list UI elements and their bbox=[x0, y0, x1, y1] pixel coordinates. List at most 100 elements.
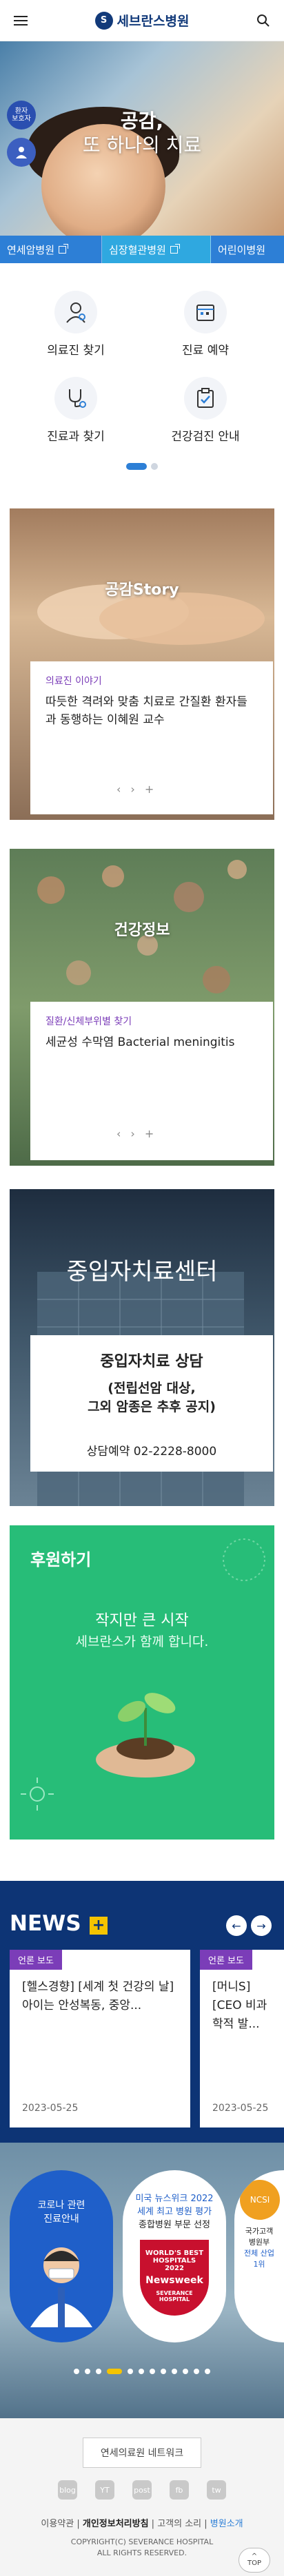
hero-title-line1: 공감, bbox=[120, 110, 164, 132]
banner-covid[interactable]: 코로나 관련 진료안내 bbox=[10, 2170, 113, 2342]
pagination-dot[interactable] bbox=[74, 2369, 79, 2374]
banner-text: 국가고객 bbox=[245, 2227, 274, 2236]
calendar-icon bbox=[184, 291, 227, 333]
quick-menu: 의료진 찾기 진료 예약 진료과 찾기 건강검진 안내 bbox=[0, 263, 284, 497]
badge-text: SEVERANCE HOSPITAL bbox=[156, 2290, 193, 2302]
site-logo[interactable]: S 세브란스병원 bbox=[94, 11, 190, 30]
more-button[interactable]: + bbox=[145, 1127, 154, 1140]
banner-ncsi[interactable]: NCSI 국가고객 병원부 전체 산업 1위 bbox=[234, 2170, 284, 2342]
donate-card[interactable]: 후원하기 작지만 큰 시작 세브란스가 함께 합니다. bbox=[10, 1525, 274, 1840]
news-text: [헬스경향] [세계 첫 건강의 날] 아이는 안성복동, 중앙... bbox=[22, 1980, 174, 2013]
tab-heart-vascular[interactable]: 심장혈관병원 bbox=[102, 236, 211, 263]
footer-links: 이용약관 | 개인정보처리방침 | 고객의 소리 | 병원소개 bbox=[41, 2519, 243, 2529]
quick-menu-pagination bbox=[0, 463, 284, 470]
footer-link-voice[interactable]: 고객의 소리 bbox=[157, 2519, 201, 2529]
facebook-icon[interactable]: fb bbox=[170, 2480, 189, 2500]
tab-yonsei-cancer[interactable]: 연세암병원 bbox=[0, 236, 102, 263]
pagination-dot[interactable] bbox=[85, 2369, 90, 2374]
health-info-text: 세균성 수막염 Bacterial meningitis bbox=[45, 1035, 235, 1049]
footer-link-privacy[interactable]: 개인정보처리방침 bbox=[83, 2519, 149, 2529]
story-pager: ‹ › + bbox=[116, 783, 154, 796]
scroll-top-button[interactable]: ^ TOP bbox=[239, 2548, 270, 2573]
decor-sun-icon bbox=[21, 1778, 54, 1811]
quick-label: 진료 예약 bbox=[182, 344, 229, 358]
pagination-dot[interactable] bbox=[151, 463, 158, 470]
doctor-search-icon bbox=[54, 291, 97, 333]
doctor-illustration-icon bbox=[30, 2247, 92, 2327]
prev-button[interactable]: ‹ bbox=[116, 783, 121, 796]
health-check-icon bbox=[184, 377, 227, 420]
person-icon-button[interactable] bbox=[7, 138, 36, 167]
post-icon[interactable]: post bbox=[132, 2480, 152, 2500]
pagination-dot[interactable] bbox=[139, 2369, 144, 2374]
news-more-button[interactable]: + bbox=[90, 1917, 108, 1935]
health-info-category: 질환/신체부위별 찾기 bbox=[45, 1016, 132, 1027]
patient-guardian-button[interactable]: 환자 보호자 bbox=[7, 101, 36, 130]
quick-reservation[interactable]: 진료 예약 bbox=[150, 291, 261, 358]
news-next-button[interactable]: → bbox=[251, 1915, 272, 1936]
menu-button[interactable] bbox=[11, 11, 30, 30]
network-button[interactable]: 연세의료원 네트워크 bbox=[83, 2438, 201, 2468]
badge-text: HOSPITALS bbox=[152, 2257, 196, 2265]
tab-label: 연세암병원 bbox=[7, 243, 55, 256]
next-button[interactable]: › bbox=[130, 783, 134, 796]
pagination-dot[interactable] bbox=[205, 2369, 210, 2374]
news-card[interactable]: 언론 보도 [머니S] [CEO 비과학적 발... 2023-05-25 bbox=[200, 1950, 284, 2127]
pagination-dot[interactable] bbox=[150, 2369, 155, 2374]
heavy-ion-consult-box[interactable]: 중입자치료 상담 (전립선암 대상, 그외 암종은 추후 공지) bbox=[30, 1335, 273, 1440]
health-info-title: 건강정보 bbox=[114, 922, 170, 939]
pagination-dot[interactable] bbox=[194, 2369, 199, 2374]
pagination-dot[interactable] bbox=[161, 2369, 166, 2374]
story-card[interactable]: 공감Story 의료진 이야기 따듯한 격려와 맞춤 치료로 간질환 환자들과 … bbox=[10, 508, 274, 820]
copyright-line1: COPYRIGHT(C) SEVERANCE HOSPITAL bbox=[70, 2537, 214, 2546]
quick-doctor-search[interactable]: 의료진 찾기 bbox=[21, 291, 131, 358]
pagination-dot-active[interactable] bbox=[107, 2369, 122, 2374]
footer-link-about[interactable]: 병원소개 bbox=[210, 2519, 243, 2529]
donate-line2: 세브란스가 함께 합니다. bbox=[75, 1634, 209, 1649]
hero-title: 공감, 또 하나의 치료 bbox=[0, 109, 284, 157]
quick-department-search[interactable]: 진료과 찾기 bbox=[21, 377, 131, 444]
banner-text: 전체 산업 bbox=[244, 2249, 274, 2258]
health-info-card[interactable]: 건강정보 질환/신체부위별 찾기 세균성 수막염 Bacterial menin… bbox=[10, 849, 274, 1166]
prev-button[interactable]: ‹ bbox=[116, 1127, 121, 1140]
pagination-dot[interactable] bbox=[172, 2369, 177, 2374]
footer-link-terms[interactable]: 이용약관 bbox=[41, 2519, 74, 2529]
pagination-dot[interactable] bbox=[128, 2369, 133, 2374]
news-card[interactable]: 언론 보도 [헬스경향] [세계 첫 건강의 날] 아이는 안성복동, 중앙..… bbox=[10, 1950, 190, 2127]
logo-text: 세브란스병원 bbox=[116, 14, 190, 29]
banner-text: 코로나 관련 bbox=[37, 2200, 85, 2211]
pagination-dot[interactable] bbox=[183, 2369, 188, 2374]
story-text: 따듯한 격려와 맞춤 치료로 간질환 환자들과 동행하는 이혜원 교수 bbox=[45, 695, 247, 728]
pagination-dot-active[interactable] bbox=[126, 463, 147, 470]
consult-phone[interactable]: 상담예약 02-2228-8000 bbox=[30, 1432, 273, 1472]
pagination-dot[interactable] bbox=[96, 2369, 101, 2374]
news-tag: 언론 보도 bbox=[10, 1950, 62, 1970]
news-title: NEWS bbox=[10, 1911, 81, 1936]
person-icon bbox=[16, 147, 27, 158]
quick-label: 진료과 찾기 bbox=[47, 430, 105, 444]
more-button[interactable]: + bbox=[145, 783, 154, 796]
tab-children[interactable]: 어린이병원 bbox=[211, 236, 284, 263]
external-link-icon bbox=[59, 243, 69, 254]
heavy-ion-card[interactable]: 중입자치료센터 중입자치료 상담 (전립선암 대상, 그외 암종은 추후 공지)… bbox=[10, 1189, 274, 1506]
next-button[interactable]: › bbox=[130, 1127, 134, 1140]
patient-guardian-label: 환자 보호자 bbox=[12, 107, 31, 123]
banner-pagination bbox=[0, 2369, 284, 2374]
twitter-icon[interactable]: tw bbox=[207, 2480, 226, 2500]
banner-text: 종합병원 부문 선정 bbox=[139, 2220, 210, 2230]
blog-icon[interactable]: blog bbox=[58, 2480, 77, 2500]
external-link-icon bbox=[170, 243, 180, 254]
quick-health-check[interactable]: 건강검진 안내 bbox=[150, 377, 261, 444]
search-button[interactable] bbox=[254, 11, 273, 30]
banner-text: 1위 bbox=[253, 2260, 265, 2269]
youtube-icon[interactable]: YT bbox=[95, 2480, 114, 2500]
quick-label: 건강검진 안내 bbox=[171, 430, 240, 444]
banner-newsweek[interactable]: 미국 뉴스위크 2022 세계 최고 병원 평가 종합병원 부문 선정 WORL… bbox=[123, 2170, 226, 2342]
decor-circle-icon bbox=[223, 1538, 265, 1581]
news-text: [머니S] [CEO 비과학적 발... bbox=[212, 1980, 267, 2032]
news-prev-button[interactable]: ← bbox=[226, 1915, 247, 1936]
consult-sub1: (전립선암 대상, bbox=[108, 1381, 196, 1396]
banner-text: 병원부 bbox=[248, 2238, 270, 2247]
hero-banner[interactable]: 공감, 또 하나의 치료 환자 보호자 bbox=[0, 41, 284, 236]
news-date: 2023-05-25 bbox=[212, 2103, 269, 2114]
